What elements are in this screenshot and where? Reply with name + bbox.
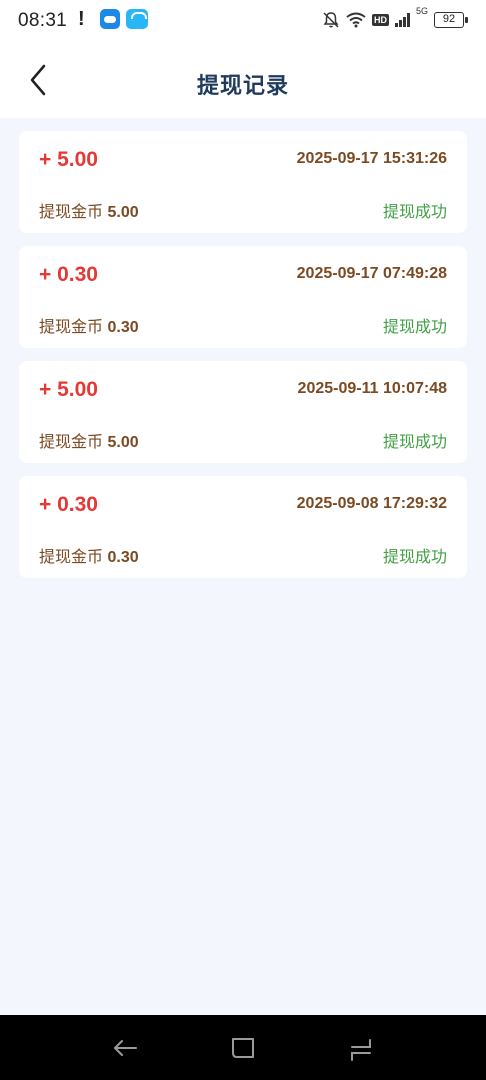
page-title: 提现记录	[196, 73, 289, 98]
signal-icon	[394, 13, 410, 27]
shopping-app-icon	[126, 9, 148, 29]
record-amount: + 0.30	[39, 263, 98, 286]
record-status: 提现成功	[382, 434, 447, 451]
nav-recents-button[interactable]	[346, 1033, 376, 1063]
network-type: 5G	[415, 6, 428, 16]
status-bar: 08:31 ! HD 5G 92	[0, 0, 486, 44]
record-coins-label: 提现金币	[39, 204, 104, 221]
record-card[interactable]: + 0.30 2025-09-17 07:49:28 提现金币 0.30 提现成…	[19, 246, 467, 348]
app-header: 提现记录	[0, 44, 486, 118]
record-time: 2025-09-11 10:07:48	[297, 380, 447, 397]
record-time: 2025-09-08 17:29:32	[296, 495, 447, 512]
bell-off-icon	[323, 12, 339, 28]
system-nav-bar	[0, 1015, 486, 1080]
withdrawal-record-list: + 5.00 2025-09-17 15:31:26 提现金币 5.00 提现成…	[19, 131, 467, 591]
record-card[interactable]: + 5.00 2025-09-11 10:07:48 提现金币 5.00 提现成…	[19, 361, 467, 463]
record-coins: 提现金币 5.00	[39, 428, 139, 452]
status-time: 08:31	[18, 10, 68, 31]
hd-icon: HD	[371, 14, 389, 26]
nav-back-button[interactable]	[110, 1033, 140, 1063]
record-status: 提现成功	[382, 204, 447, 221]
weather-app-icon	[100, 9, 120, 29]
record-coins: 提现金币 0.30	[39, 543, 139, 567]
record-coins-label: 提现金币	[39, 319, 104, 336]
record-coins-value: 5.00	[107, 434, 139, 451]
record-card[interactable]: + 5.00 2025-09-17 15:31:26 提现金币 5.00 提现成…	[19, 131, 467, 233]
record-coins-label: 提现金币	[39, 549, 104, 566]
battery-icon: 92	[434, 12, 468, 28]
wifi-icon	[346, 12, 366, 28]
record-coins-value: 5.00	[107, 204, 139, 221]
record-amount: + 0.30	[39, 493, 98, 516]
record-amount: + 5.00	[39, 148, 98, 171]
alert-icon: !	[78, 8, 85, 30]
record-coins: 提现金币 0.30	[39, 313, 139, 337]
nav-recents-icon	[351, 1039, 371, 1061]
record-card[interactable]: + 0.30 2025-09-08 17:29:32 提现金币 0.30 提现成…	[19, 476, 467, 578]
record-coins-value: 0.30	[107, 319, 139, 336]
record-amount: + 5.00	[39, 378, 98, 401]
record-time: 2025-09-17 15:31:26	[296, 150, 447, 167]
record-coins: 提现金币 5.00	[39, 198, 139, 222]
status-icons: HD 5G 92	[322, 6, 468, 32]
record-status: 提现成功	[382, 319, 447, 336]
nav-home-button[interactable]	[228, 1033, 258, 1063]
record-coins-value: 0.30	[107, 549, 139, 566]
record-status: 提现成功	[382, 549, 447, 566]
record-coins-label: 提现金币	[39, 434, 104, 451]
nav-home-icon	[232, 1038, 254, 1058]
record-time: 2025-09-17 07:49:28	[296, 265, 447, 282]
nav-back-icon	[114, 1040, 137, 1056]
